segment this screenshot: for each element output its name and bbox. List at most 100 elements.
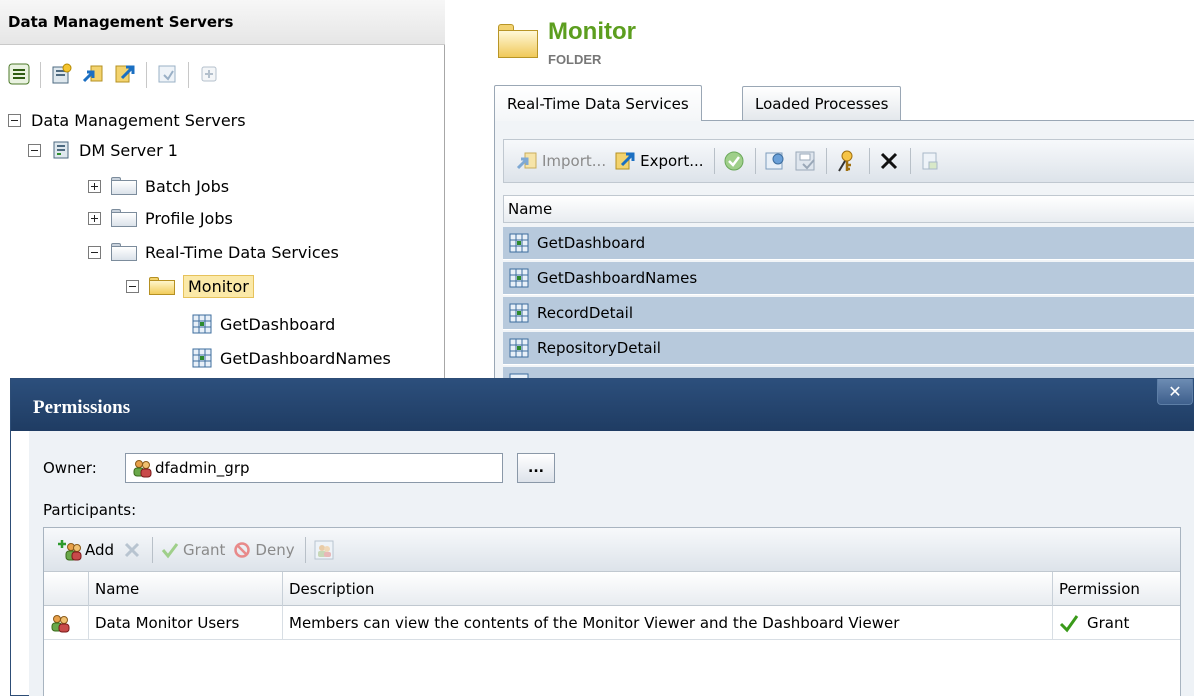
tree-node-getdashboard[interactable]: GetDashboard: [192, 310, 335, 338]
export-label: Export...: [640, 152, 704, 170]
service-name: GetDashboard: [537, 234, 646, 252]
job-details-icon[interactable]: [919, 150, 941, 172]
import-icon[interactable]: [82, 63, 104, 85]
toolbar-separator: [825, 148, 827, 174]
column-header-description[interactable]: Description: [282, 572, 1052, 606]
page-title: Monitor: [548, 18, 636, 45]
tree-pane-header: Data Management Servers: [0, 0, 445, 45]
tree-node-batch-jobs[interactable]: Batch Jobs: [88, 172, 229, 200]
tree-node-getdashboardnames[interactable]: GetDashboardNames: [192, 344, 391, 372]
tree-toolbar: [0, 46, 445, 102]
participant-permission: Grant: [1087, 614, 1130, 632]
user-properties-icon: [314, 540, 334, 560]
tab-loaded-processes[interactable]: Loaded Processes: [742, 86, 902, 120]
collapse-expander-icon[interactable]: [28, 143, 41, 157]
participant-properties-button[interactable]: [314, 540, 334, 560]
service-name: RecordDetail: [537, 304, 634, 322]
service-row[interactable]: GetDashboardNames: [503, 262, 1194, 295]
service-name: GetDashboardNames: [537, 269, 698, 287]
service-row[interactable]: GetDashboard: [503, 227, 1194, 260]
add-icon[interactable]: [198, 63, 220, 85]
folder-large-icon: [498, 24, 538, 58]
participant-icon-cell: [44, 606, 88, 640]
grant-label: Grant: [183, 540, 226, 559]
import-icon: [516, 150, 538, 172]
toolbar-separator: [188, 62, 189, 88]
add-label: Add: [85, 540, 115, 559]
close-button[interactable]: ✕: [1157, 379, 1193, 405]
toolbar-separator: [909, 148, 911, 174]
tree-node-label: GetDashboardNames: [220, 348, 391, 368]
collapse-icon[interactable]: [8, 63, 30, 85]
import-button[interactable]: Import...: [516, 150, 606, 172]
check-icon: [1059, 613, 1079, 633]
service-icon: [509, 268, 529, 288]
expand-expander-icon[interactable]: [88, 179, 101, 193]
tree-node-label: Batch Jobs: [145, 176, 230, 196]
services-grid-header[interactable]: Name: [503, 195, 1194, 223]
tree-node-root[interactable]: Data Management Servers: [8, 106, 246, 134]
tree-node-monitor[interactable]: Monitor: [126, 272, 254, 300]
add-participant-button[interactable]: Add: [58, 539, 114, 561]
tree-pane-title: Data Management Servers: [8, 13, 234, 31]
column-header-icon[interactable]: [44, 572, 88, 606]
export-icon[interactable]: [114, 63, 136, 85]
column-header-permission[interactable]: Permission: [1052, 572, 1180, 606]
collapse-expander-icon[interactable]: [88, 245, 101, 259]
collapse-expander-icon[interactable]: [8, 113, 21, 127]
tree-node-dm-server[interactable]: DM Server 1: [28, 136, 178, 164]
participants-toolbar: Add Grant Deny: [44, 528, 1180, 572]
tree-node-label-selected: Monitor: [183, 274, 254, 298]
tree-node-profile-jobs[interactable]: Profile Jobs: [88, 204, 233, 232]
properties-icon[interactable]: [156, 63, 178, 85]
column-header-name: Name: [508, 200, 553, 218]
deny-label: Deny: [255, 540, 295, 559]
expand-expander-icon[interactable]: [88, 211, 101, 225]
tree-node-label: Real-Time Data Services: [145, 242, 339, 262]
services-toolbar: Import... Export...: [503, 139, 1194, 183]
tab-label: Loaded Processes: [755, 94, 889, 113]
participant-permission-cell[interactable]: Grant: [1052, 606, 1180, 640]
owner-value: dfadmin_grp: [155, 459, 250, 477]
toolbar-separator: [146, 62, 147, 88]
tab-real-time-data-services[interactable]: Real-Time Data Services: [494, 85, 702, 121]
check-icon: [161, 541, 179, 559]
tree-node-label: Data Management Servers: [31, 110, 246, 130]
grant-button[interactable]: Grant: [161, 541, 225, 559]
new-server-icon[interactable]: [50, 63, 72, 85]
participants-panel: Add Grant Deny Name Description Permissi…: [43, 527, 1181, 696]
tree-node-real-time-data-services[interactable]: Real-Time Data Services: [88, 238, 339, 266]
column-header-name[interactable]: Name: [88, 572, 282, 606]
toolbar-separator: [40, 62, 41, 88]
dialog-titlebar[interactable]: Permissions ✕: [11, 379, 1194, 431]
service-row[interactable]: RecordDetail: [503, 297, 1194, 330]
collapse-expander-icon[interactable]: [126, 279, 139, 293]
participant-row[interactable]: Data Monitor Users Members can view the …: [44, 606, 1180, 640]
dialog-body: Owner: dfadmin_grp ... Participants: Add: [29, 431, 1194, 696]
toolbar-separator: [754, 148, 756, 174]
permissions-key-icon[interactable]: [835, 149, 859, 173]
preview-icon[interactable]: [764, 150, 786, 172]
permissions-dialog: Permissions ✕ Owner: dfadmin_grp ... Par…: [10, 378, 1194, 696]
export-icon: [614, 150, 636, 172]
owner-field[interactable]: dfadmin_grp: [125, 453, 503, 483]
remove-icon: [122, 540, 142, 560]
validate-icon[interactable]: [723, 150, 745, 172]
remove-participant-button[interactable]: [122, 540, 142, 560]
page-subtitle: FOLDER: [548, 52, 602, 67]
delete-icon[interactable]: [878, 150, 900, 172]
folder-icon: [111, 209, 137, 227]
export-button[interactable]: Export...: [614, 150, 704, 172]
participants-grid-header: Name Description Permission: [44, 572, 1180, 606]
service-icon: [192, 314, 212, 334]
toolbar-separator: [304, 536, 306, 563]
toolbar-separator: [868, 148, 870, 174]
save-icon[interactable]: [794, 150, 816, 172]
service-row[interactable]: RepositoryDetail: [503, 332, 1194, 365]
tab-label: Real-Time Data Services: [507, 94, 689, 113]
dialog-title: Permissions: [33, 397, 131, 418]
folder-icon: [111, 243, 137, 261]
deny-button[interactable]: Deny: [233, 540, 295, 559]
owner-browse-button[interactable]: ...: [517, 453, 555, 483]
service-icon: [509, 303, 529, 323]
